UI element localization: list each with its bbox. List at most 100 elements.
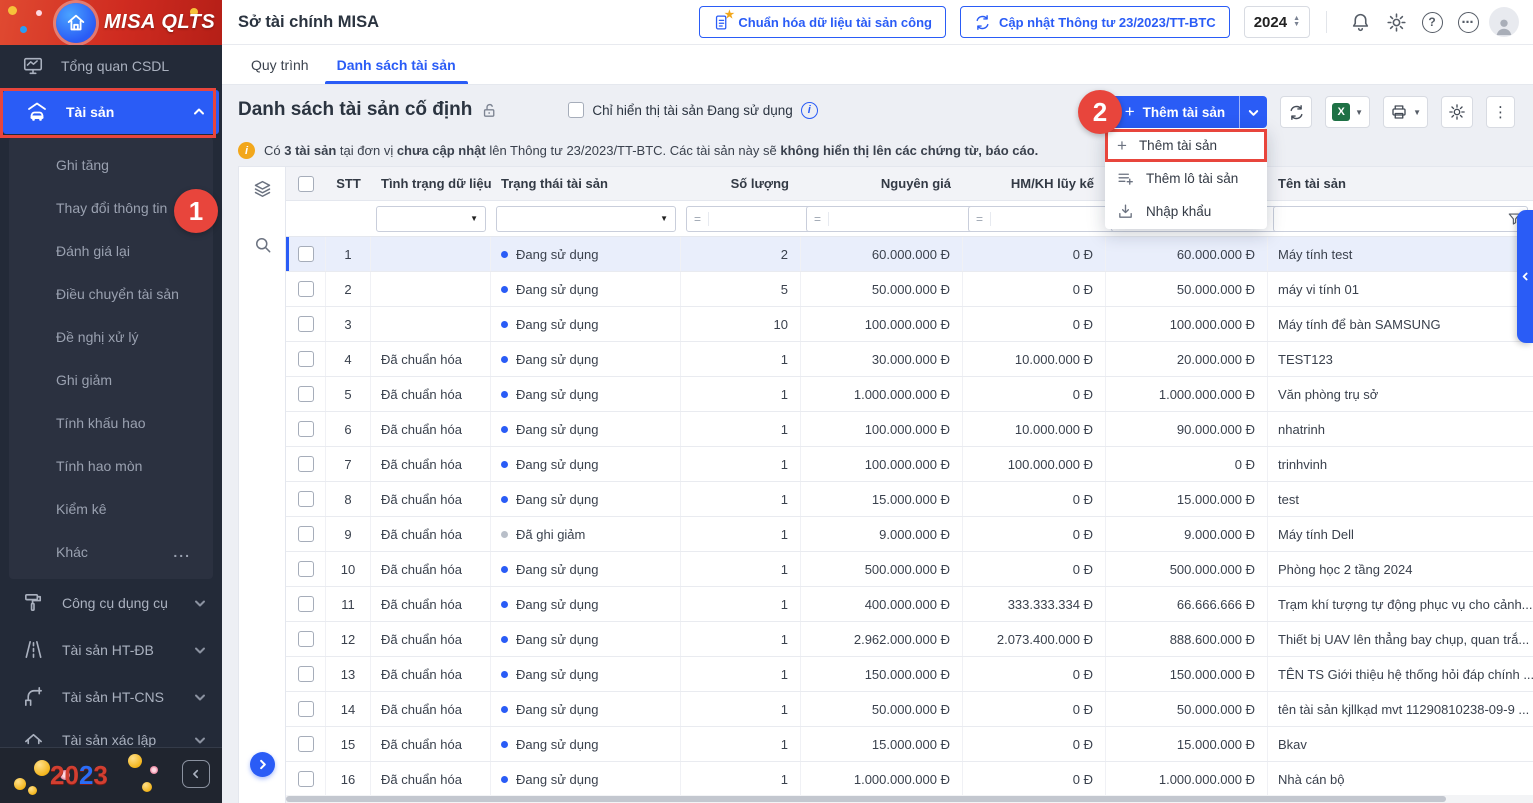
- equals-operator[interactable]: =: [807, 212, 829, 226]
- submenu-item[interactable]: Tính khấu hao: [9, 401, 213, 444]
- menu-item-them-tai-san[interactable]: + Thêm tài sản: [1105, 129, 1267, 162]
- add-asset-button[interactable]: + Thêm tài sản: [1111, 96, 1239, 128]
- account-button[interactable]: [1489, 7, 1519, 37]
- update-circular-button[interactable]: Cập nhật Thông tư 23/2023/TT-BTC: [960, 6, 1230, 38]
- sidebar-item-tai-san-ht-cns[interactable]: Tài sản HT-CNS: [0, 673, 222, 720]
- filter-name-input[interactable]: [1274, 207, 1501, 231]
- status-dot: [501, 776, 508, 783]
- table-row[interactable]: 7 Đã chuẩn hóa Đang sử dụng 1 100.000.00…: [286, 447, 1533, 482]
- select-all-checkbox[interactable]: [298, 176, 314, 192]
- cell-accum: 2.073.400.000 Đ: [963, 622, 1106, 656]
- column-header-asset-status[interactable]: Trạng thái tài sản: [491, 167, 681, 200]
- sidebar-item-tong-quan-csdl[interactable]: Tổng quan CSDL: [0, 45, 222, 87]
- table-row[interactable]: 1 Đang sử dụng 2 60.000.000 Đ 0 Đ 60.000…: [286, 237, 1533, 272]
- submenu-item[interactable]: Ghi giảm: [9, 358, 213, 401]
- tab-quy-trinh[interactable]: Quy trình: [237, 45, 323, 84]
- row-checkbox[interactable]: [298, 596, 314, 612]
- column-header-stt[interactable]: STT: [326, 167, 371, 200]
- refresh-button[interactable]: [1280, 96, 1312, 128]
- table-row[interactable]: 3 Đang sử dụng 10 100.000.000 Đ 0 Đ 100.…: [286, 307, 1533, 342]
- row-checkbox[interactable]: [298, 736, 314, 752]
- menu-item-nhap-khau[interactable]: Nhập khẩu: [1105, 195, 1267, 228]
- print-button[interactable]: ▼: [1383, 96, 1428, 128]
- row-checkbox[interactable]: [298, 386, 314, 402]
- table-row[interactable]: 10 Đã chuẩn hóa Đang sử dụng 1 500.000.0…: [286, 552, 1533, 587]
- column-header-qty[interactable]: Số lượng: [681, 167, 801, 200]
- table-row[interactable]: 14 Đã chuẩn hóa Đang sử dụng 1 50.000.00…: [286, 692, 1533, 727]
- settings-button[interactable]: [1381, 7, 1411, 37]
- filter-asset-status-select[interactable]: ▼: [496, 206, 676, 232]
- right-panel-toggle[interactable]: [1517, 210, 1533, 343]
- table-row[interactable]: 8 Đã chuẩn hóa Đang sử dụng 1 15.000.000…: [286, 482, 1533, 517]
- table-row[interactable]: 5 Đã chuẩn hóa Đang sử dụng 1 1.000.000.…: [286, 377, 1533, 412]
- only-active-checkbox[interactable]: [568, 102, 584, 118]
- more-options-button[interactable]: ⋮: [1486, 96, 1515, 128]
- sidebar-collapse-button[interactable]: [182, 760, 210, 788]
- sidebar-item-tai-san-ht-db[interactable]: Tài sản HT-ĐB: [0, 626, 222, 673]
- sidebar-item-cong-cu-dung-cu[interactable]: Công cụ dụng cụ: [0, 579, 222, 626]
- search-button[interactable]: [239, 223, 286, 267]
- info-icon[interactable]: i: [801, 102, 818, 119]
- column-header-data-status[interactable]: Tình trạng dữ liệu: [371, 167, 491, 200]
- table-row[interactable]: 9 Đã chuẩn hóa Đã ghi giảm 1 9.000.000 Đ…: [286, 517, 1533, 552]
- table-row[interactable]: 2 Đang sử dụng 5 50.000.000 Đ 0 Đ 50.000…: [286, 272, 1533, 307]
- more-button[interactable]: ⋯: [1453, 7, 1483, 37]
- row-checkbox[interactable]: [298, 491, 314, 507]
- row-checkbox[interactable]: [298, 246, 314, 262]
- year-spinner-icon[interactable]: ▲▼: [1293, 16, 1300, 28]
- submenu-item[interactable]: Đánh giá lại: [9, 229, 213, 272]
- row-checkbox[interactable]: [298, 316, 314, 332]
- table-settings-button[interactable]: [1441, 96, 1473, 128]
- horizontal-scrollbar[interactable]: [286, 795, 1533, 803]
- row-checkbox[interactable]: [298, 421, 314, 437]
- tab-danh-sach-tai-san[interactable]: Danh sách tài sản: [323, 45, 470, 84]
- table-row[interactable]: 6 Đã chuẩn hóa Đang sử dụng 1 100.000.00…: [286, 412, 1533, 447]
- table-row[interactable]: 16 Đã chuẩn hóa Đang sử dụng 1 1.000.000…: [286, 762, 1533, 797]
- submenu-item[interactable]: Điều chuyển tài sản: [9, 272, 213, 315]
- cell-name: nhatrinh: [1268, 412, 1533, 446]
- expand-panel-button[interactable]: [250, 752, 275, 777]
- notifications-button[interactable]: [1345, 7, 1375, 37]
- cell-asset-status: Đang sử dụng: [491, 622, 681, 656]
- submenu-item[interactable]: Ghi tăng: [9, 143, 213, 186]
- status-dot: [501, 251, 508, 258]
- filter-data-status-select[interactable]: ▼: [376, 206, 486, 232]
- submenu-item[interactable]: Khác ...: [9, 530, 213, 573]
- table-row[interactable]: 12 Đã chuẩn hóa Đang sử dụng 1 2.962.000…: [286, 622, 1533, 657]
- submenu-item[interactable]: Tính hao mòn: [9, 444, 213, 487]
- year-selector[interactable]: 2024 ▲▼: [1244, 6, 1310, 38]
- export-excel-button[interactable]: X ▼: [1325, 96, 1370, 128]
- cell-stt: 8: [326, 482, 371, 516]
- equals-operator[interactable]: =: [687, 212, 709, 226]
- menu-item-them-lo-tai-san[interactable]: Thêm lô tài sản: [1105, 162, 1267, 195]
- row-checkbox[interactable]: [298, 351, 314, 367]
- column-header-accum[interactable]: HM/KH lũy kế: [963, 167, 1106, 200]
- row-checkbox[interactable]: [298, 561, 314, 577]
- row-checkbox[interactable]: [298, 666, 314, 682]
- submenu-item[interactable]: Kiểm kê: [9, 487, 213, 530]
- status-text: Đang sử dụng: [516, 772, 598, 787]
- row-checkbox[interactable]: [298, 771, 314, 787]
- table-row[interactable]: 4 Đã chuẩn hóa Đang sử dụng 1 30.000.000…: [286, 342, 1533, 377]
- row-checkbox[interactable]: [298, 701, 314, 717]
- scrollbar-thumb[interactable]: [286, 796, 1446, 802]
- sidebar-item-tai-san[interactable]: Tài sản: [3, 90, 219, 134]
- table-row[interactable]: 15 Đã chuẩn hóa Đang sử dụng 1 15.000.00…: [286, 727, 1533, 762]
- table-row[interactable]: 13 Đã chuẩn hóa Đang sử dụng 1 150.000.0…: [286, 657, 1533, 692]
- standardize-data-button[interactable]: ★ Chuẩn hóa dữ liệu tài sản công: [699, 6, 946, 38]
- row-checkbox[interactable]: [298, 456, 314, 472]
- column-header-name[interactable]: Tên tài sản: [1268, 167, 1533, 200]
- row-checkbox[interactable]: [298, 631, 314, 647]
- cell-stt: 1: [326, 237, 371, 271]
- submenu-item[interactable]: Đề nghị xử lý: [9, 315, 213, 358]
- row-checkbox[interactable]: [298, 526, 314, 542]
- cell-stt: 9: [326, 517, 371, 551]
- row-checkbox[interactable]: [298, 281, 314, 297]
- filter-name: [1273, 206, 1528, 232]
- column-header-cost[interactable]: Nguyên giá: [801, 167, 963, 200]
- layers-button[interactable]: [239, 167, 286, 211]
- add-asset-dropdown-toggle[interactable]: [1239, 96, 1267, 128]
- help-button[interactable]: ?: [1417, 7, 1447, 37]
- equals-operator[interactable]: =: [969, 212, 991, 226]
- table-row[interactable]: 11 Đã chuẩn hóa Đang sử dụng 1 400.000.0…: [286, 587, 1533, 622]
